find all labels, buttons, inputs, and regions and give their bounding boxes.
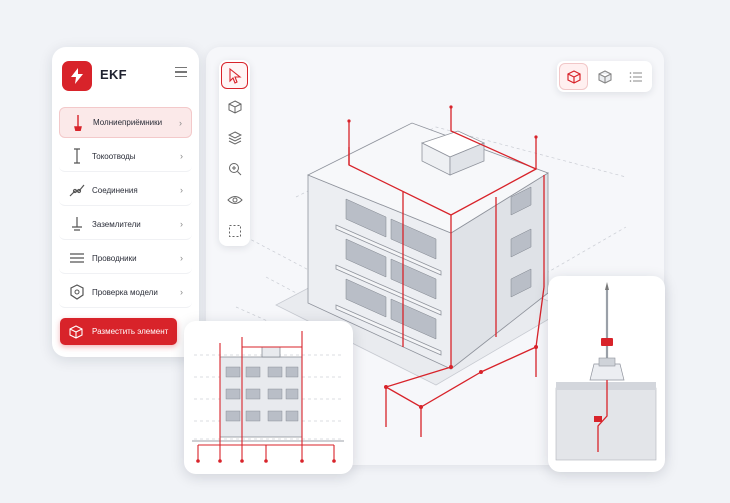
sidebar-item-ground-electrodes[interactable]: Заземлители ›	[59, 209, 192, 240]
view-solid-button[interactable]	[590, 63, 619, 90]
cube-icon	[69, 324, 85, 340]
sidebar-item-model-check[interactable]: Проверка модели ›	[59, 277, 192, 308]
chevron-right-icon: ›	[180, 287, 183, 297]
sidebar-item-lightning-rods[interactable]: Молниеприёмники ›	[59, 107, 192, 138]
cursor-tool[interactable]	[221, 62, 248, 89]
model-check-icon	[68, 283, 86, 301]
sidebar-item-label: Проводники	[92, 253, 137, 263]
cursor-icon	[228, 67, 242, 84]
sidebar-item-label: Соединения	[92, 185, 138, 195]
zoom-in-tool[interactable]	[221, 155, 248, 182]
visibility-tool[interactable]	[221, 186, 248, 213]
list-icon	[629, 71, 642, 82]
brand-name: EKF	[100, 67, 127, 82]
sidebar-panel: EKF Молниеприёмники › Токоотводы › Соеди…	[52, 47, 199, 357]
tool-palette	[219, 60, 250, 246]
down-conductor-icon	[68, 147, 86, 165]
box-view-tool[interactable]	[221, 93, 248, 120]
sidebar-menu: Молниеприёмники › Токоотводы › Соединени…	[59, 107, 192, 311]
conductors-icon	[68, 249, 86, 267]
lightning-icon	[71, 68, 83, 84]
chevron-right-icon: ›	[180, 253, 183, 263]
chevron-right-icon: ›	[180, 151, 183, 161]
sidebar-item-label: Токоотводы	[92, 151, 136, 161]
view-switcher	[557, 61, 652, 92]
place-element-button[interactable]: Разместить элемент	[60, 318, 177, 345]
hamburger-menu-icon[interactable]	[175, 67, 187, 77]
connection-icon	[68, 181, 86, 199]
ground-electrode-icon	[68, 215, 86, 233]
elevation-view-inset[interactable]	[184, 321, 353, 474]
sidebar-item-conductors[interactable]: Проводники ›	[59, 243, 192, 274]
rod-detail-drawing	[555, 282, 657, 461]
sidebar-item-label: Проверка модели	[92, 287, 158, 297]
cube-red-icon	[566, 69, 581, 84]
ekf-logo	[62, 61, 92, 91]
app-stage: EKF Молниеприёмники › Токоотводы › Соеди…	[0, 0, 730, 503]
rod-detail-inset[interactable]	[548, 276, 665, 472]
chevron-right-icon: ›	[180, 219, 183, 229]
sidebar-item-label: Молниеприёмники	[93, 118, 163, 127]
sidebar-item-label: Заземлители	[92, 219, 141, 229]
eye-icon	[226, 195, 243, 204]
layers-tool[interactable]	[221, 124, 248, 151]
lightning-rod-icon	[69, 114, 87, 132]
layers-icon	[227, 130, 242, 145]
view-list-button[interactable]	[621, 63, 650, 90]
zoom-in-icon	[228, 162, 241, 175]
chevron-right-icon: ›	[180, 185, 183, 195]
view-3d-button[interactable]	[559, 63, 588, 90]
selection-frame-icon	[228, 224, 241, 237]
selection-frame-tool[interactable]	[221, 217, 248, 244]
elevation-drawing	[192, 331, 344, 463]
sidebar-item-connections[interactable]: Соединения ›	[59, 175, 192, 206]
sidebar-item-down-conductors[interactable]: Токоотводы ›	[59, 141, 192, 172]
chevron-right-icon: ›	[179, 118, 182, 128]
box-view-icon	[228, 99, 241, 114]
place-element-label: Разместить элемент	[92, 327, 169, 336]
cube-grey-icon	[597, 69, 612, 84]
